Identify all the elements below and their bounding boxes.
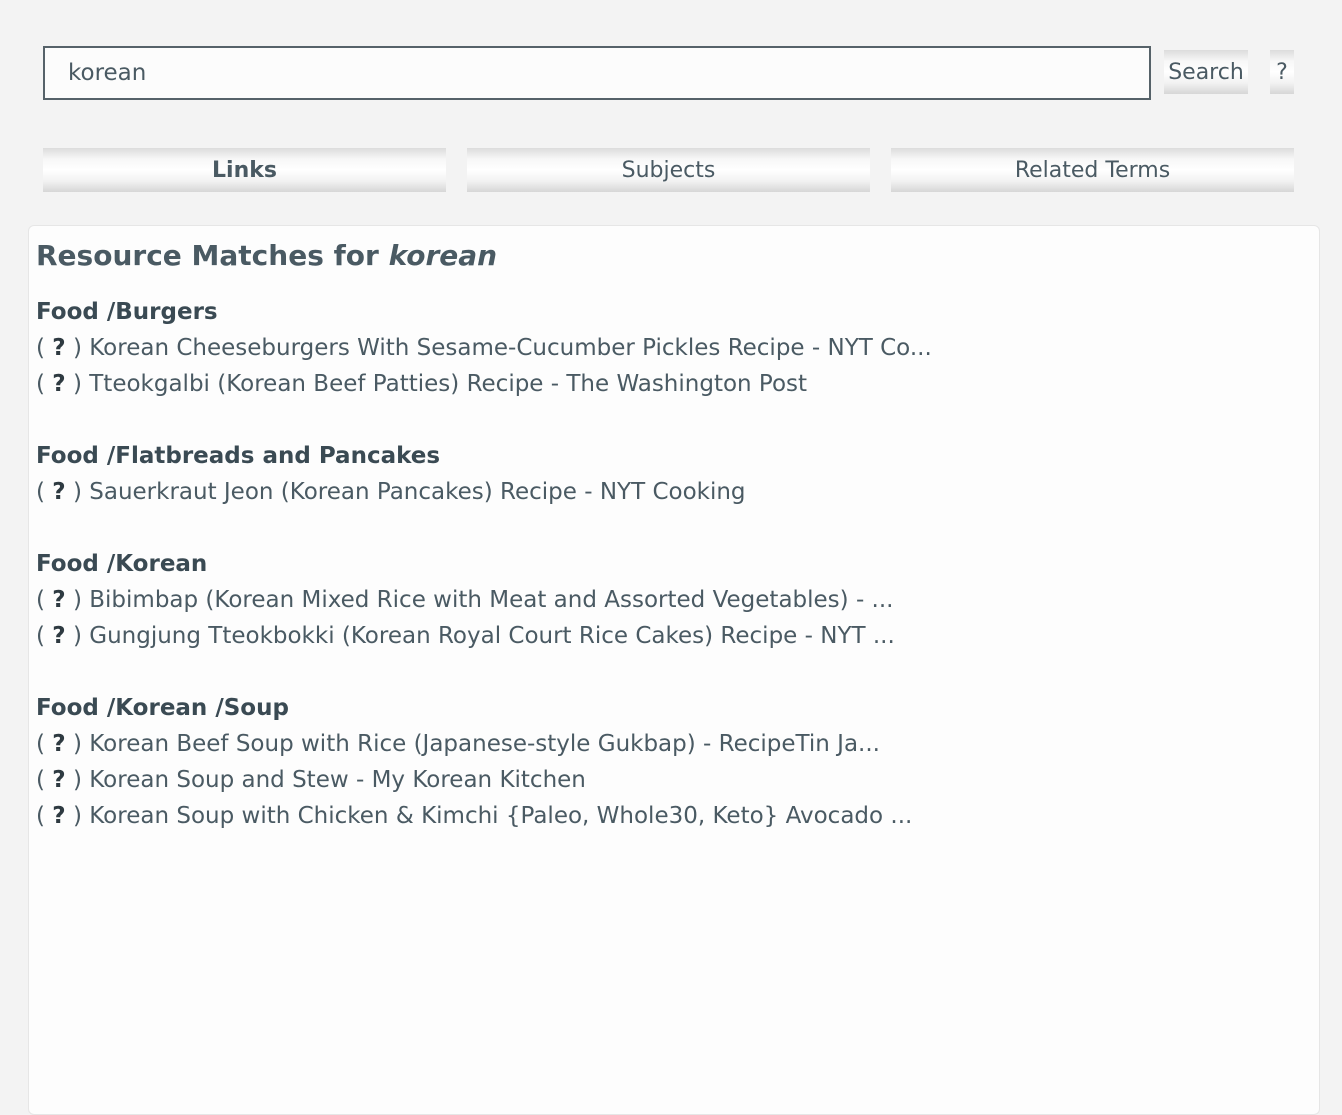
help-close: ) (65, 335, 90, 361)
resource-help-link[interactable]: ? (52, 623, 65, 649)
tab-related-terms[interactable]: Related Terms (891, 148, 1294, 192)
result-row: ( ? ) Korean Soup with Chicken & Kimchi … (36, 798, 1319, 834)
resource-help-link[interactable]: ? (52, 479, 65, 505)
result-row: ( ? ) Korean Soup and Stew - My Korean K… (36, 762, 1319, 798)
group-title: Food /Korean /Soup (36, 695, 289, 721)
result-row: ( ? ) Tteokgalbi (Korean Beef Patties) R… (36, 366, 1319, 402)
help-open: ( (36, 803, 53, 829)
help-open: ( (36, 335, 53, 361)
result-link[interactable]: Sauerkraut Jeon (Korean Pancakes) Recipe… (89, 479, 745, 505)
result-group: Food /Korean ( ? ) Bibimbap (Korean Mixe… (36, 546, 1319, 654)
results-heading-prefix: Resource Matches for (36, 239, 379, 272)
help-close: ) (65, 731, 90, 757)
tab-subjects[interactable]: Subjects (467, 148, 870, 192)
resource-help-link[interactable]: ? (52, 767, 65, 793)
search-button[interactable]: Search (1164, 50, 1248, 94)
result-row: ( ? ) Sauerkraut Jeon (Korean Pancakes) … (36, 474, 1319, 510)
tab-links[interactable]: Links (43, 148, 446, 192)
resource-help-link[interactable]: ? (52, 587, 65, 613)
result-group: Food /Burgers ( ? ) Korean Cheeseburgers… (36, 294, 1319, 402)
result-row: ( ? ) Gungjung Tteokbokki (Korean Royal … (36, 618, 1319, 654)
results-panel: Resource Matches for korean Food /Burger… (28, 225, 1320, 1115)
help-open: ( (36, 623, 53, 649)
help-close: ) (65, 587, 90, 613)
result-link[interactable]: Korean Soup and Stew - My Korean Kitchen (89, 767, 586, 793)
help-close: ) (65, 479, 90, 505)
result-link[interactable]: Bibimbap (Korean Mixed Rice with Meat an… (89, 587, 893, 613)
help-close: ) (65, 623, 90, 649)
help-open: ( (36, 479, 53, 505)
help-open: ( (36, 587, 53, 613)
result-link[interactable]: Gungjung Tteokbokki (Korean Royal Court … (89, 623, 895, 649)
results-heading: Resource Matches for korean (36, 234, 1319, 278)
result-row: ( ? ) Bibimbap (Korean Mixed Rice with M… (36, 582, 1319, 618)
group-title: Food /Burgers (36, 299, 218, 325)
result-group: Food /Korean /Soup ( ? ) Korean Beef Sou… (36, 690, 1319, 834)
help-button[interactable]: ? (1270, 50, 1294, 94)
resource-help-link[interactable]: ? (52, 371, 65, 397)
result-row: ( ? ) Korean Beef Soup with Rice (Japane… (36, 726, 1319, 762)
result-link[interactable]: Tteokgalbi (Korean Beef Patties) Recipe … (89, 371, 807, 397)
help-open: ( (36, 767, 53, 793)
help-close: ) (65, 803, 90, 829)
result-group: Food /Flatbreads and Pancakes ( ? ) Saue… (36, 438, 1319, 510)
help-open: ( (36, 371, 53, 397)
resource-help-link[interactable]: ? (52, 731, 65, 757)
help-open: ( (36, 731, 53, 757)
result-link[interactable]: Korean Soup with Chicken & Kimchi {Paleo… (89, 803, 912, 829)
group-title: Food /Korean (36, 551, 208, 577)
search-term: korean (388, 239, 498, 272)
resource-help-link[interactable]: ? (52, 335, 65, 361)
group-title: Food /Flatbreads and Pancakes (36, 443, 441, 469)
resource-help-link[interactable]: ? (52, 803, 65, 829)
help-close: ) (65, 371, 90, 397)
result-link[interactable]: Korean Cheeseburgers With Sesame-Cucumbe… (89, 335, 932, 361)
search-input[interactable] (43, 46, 1151, 100)
result-row: ( ? ) Korean Cheeseburgers With Sesame-C… (36, 330, 1319, 366)
help-close: ) (65, 767, 90, 793)
result-link[interactable]: Korean Beef Soup with Rice (Japanese-sty… (89, 731, 880, 757)
